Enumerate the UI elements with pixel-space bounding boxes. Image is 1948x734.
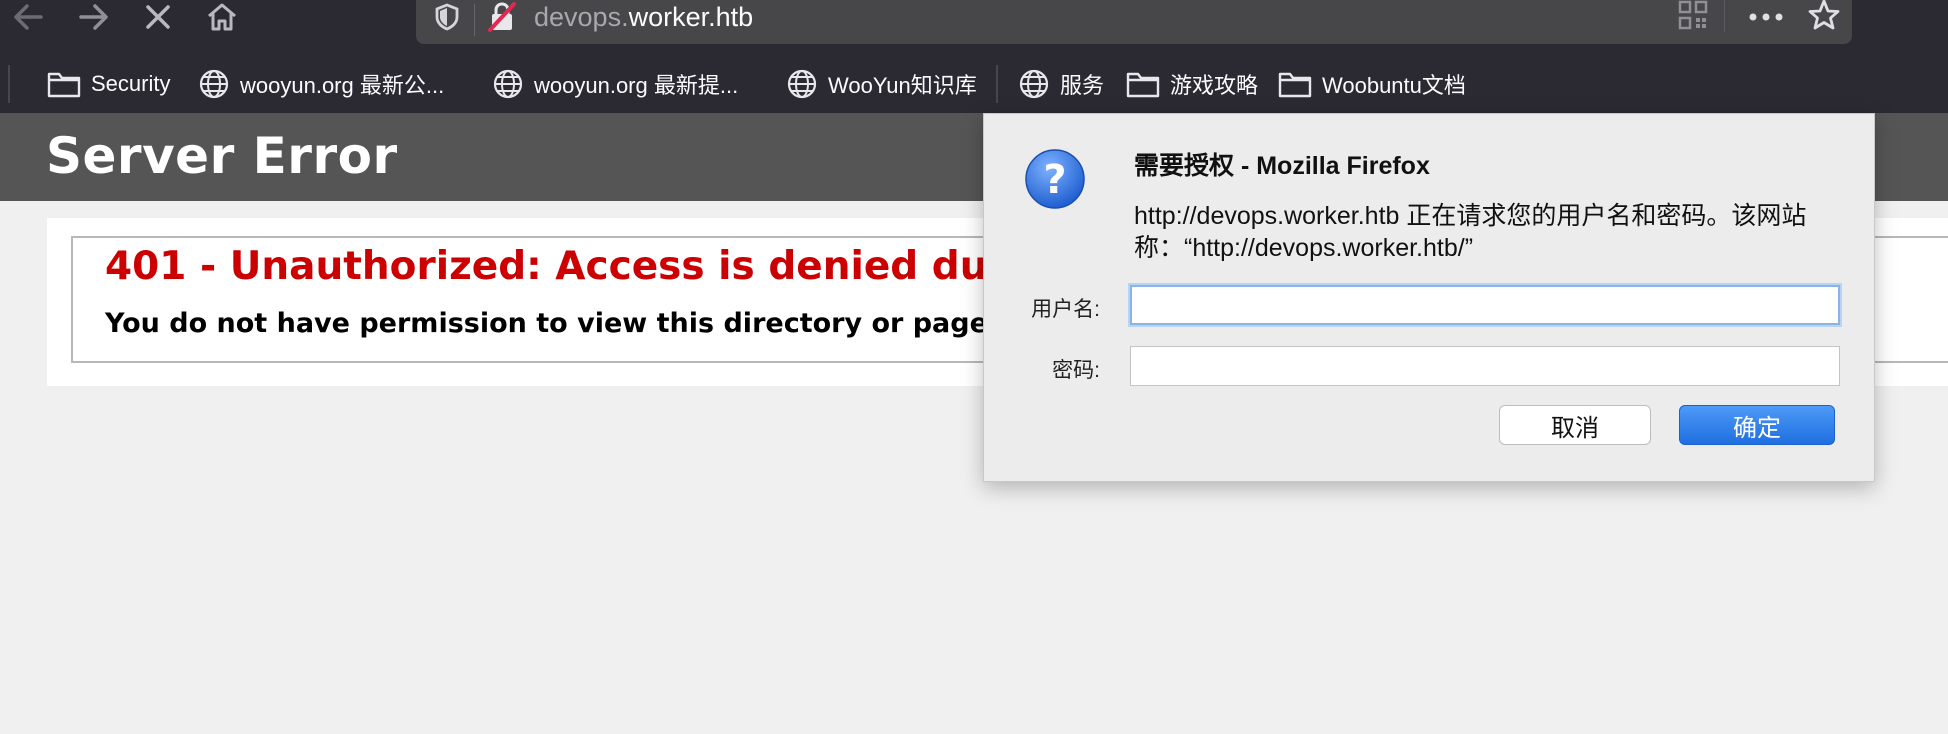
globe-icon: [199, 69, 229, 99]
password-label: 密码:: [1052, 359, 1100, 382]
bookmark-label: Woobuntu文档: [1322, 73, 1466, 98]
error-heading: 401 - Unauthorized: Access is denied due: [105, 244, 1014, 289]
svg-text:?: ?: [1043, 157, 1066, 203]
urlbar-divider-right: [1724, 0, 1725, 32]
username-label: 用户名:: [1031, 298, 1100, 321]
more-options-icon[interactable]: [1748, 12, 1784, 22]
bookmark-item-wooyun-public[interactable]: wooyun.org 最新公...: [198, 67, 444, 101]
bookmark-item-security[interactable]: Security: [47, 67, 170, 101]
home-button[interactable]: [202, 0, 242, 34]
back-button[interactable]: [8, 0, 48, 34]
bookmark-item-game-guides[interactable]: 游戏攻略: [1126, 67, 1258, 101]
folder-icon: [47, 72, 81, 98]
bookmark-label: WooYun知识库: [828, 73, 977, 98]
password-field[interactable]: [1130, 346, 1840, 386]
shield-icon: [435, 3, 459, 31]
arrow-left-icon: [14, 4, 43, 30]
username-field[interactable]: [1130, 285, 1840, 325]
qr-code-icon[interactable]: [1678, 0, 1708, 30]
globe-icon: [787, 69, 817, 99]
bookmark-label: wooyun.org 最新提...: [534, 73, 739, 98]
folder-icon: [1278, 72, 1312, 98]
bookmark-label: 游戏攻略: [1170, 73, 1259, 98]
help-icon: ?: [1025, 149, 1085, 209]
url-bar[interactable]: devops.worker.htb: [416, 0, 1852, 44]
url-text[interactable]: devops.worker.htb: [534, 0, 753, 34]
url-host-main: worker.htb: [628, 2, 754, 32]
bookmark-item-woobuntu-docs[interactable]: Woobuntu文档: [1278, 67, 1466, 101]
insecure-lock-icon[interactable]: [486, 0, 518, 34]
dialog-title: 需要授权 - Mozilla Firefox: [1134, 152, 1430, 180]
bookmark-item-services[interactable]: 服务: [1018, 67, 1104, 101]
folder-icon: [1126, 72, 1160, 98]
dialog-message: http://devops.worker.htb 正在请求您的用户名和密码。该网…: [1134, 202, 1807, 262]
bookmark-item-wooyun-knowledge[interactable]: WooYun知识库: [786, 67, 977, 101]
bookmark-star-icon[interactable]: [1807, 0, 1841, 32]
close-icon: [146, 5, 170, 29]
error-message: You do not have permission to view this …: [105, 308, 988, 339]
home-icon: [208, 3, 236, 31]
urlbar-divider: [474, 4, 475, 36]
bookmarks-separator: [8, 65, 10, 103]
forward-button[interactable]: [74, 0, 114, 34]
auth-dialog: ? 需要授权 - Mozilla Firefox http://devops.w…: [983, 113, 1875, 482]
page-title: Server Error: [46, 127, 398, 185]
browser-toolbar: devops.worker.htb: [0, 0, 1948, 45]
globe-icon: [493, 69, 523, 99]
cancel-button[interactable]: 取消: [1499, 405, 1651, 445]
bookmarks-separator: [996, 65, 998, 103]
stop-button[interactable]: [138, 0, 178, 34]
bookmark-label: 服务: [1060, 73, 1105, 98]
ok-button[interactable]: 确定: [1679, 405, 1835, 445]
arrow-right-icon: [79, 4, 108, 30]
bookmark-label: Security: [91, 71, 171, 96]
bookmarks-toolbar: Security wooyun.org 最新公... wooyun.org 最新…: [0, 45, 1948, 113]
globe-icon: [1019, 69, 1049, 99]
url-host-prefix: devops.: [534, 2, 629, 32]
bookmark-label: wooyun.org 最新公...: [240, 73, 445, 98]
bookmark-item-wooyun-submit[interactable]: wooyun.org 最新提...: [492, 67, 738, 101]
